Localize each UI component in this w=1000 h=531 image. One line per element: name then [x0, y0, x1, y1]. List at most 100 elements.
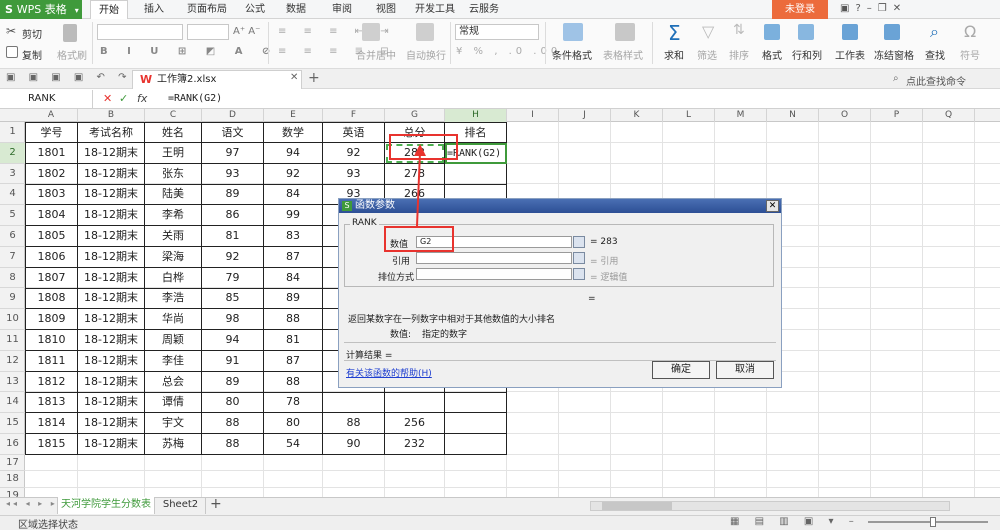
function-help-link[interactable]: 有关该函数的帮助(H)	[346, 366, 432, 379]
tab-page-layout[interactable]: 页面布局	[178, 0, 236, 19]
table-cell[interactable]: 18-12期末	[78, 246, 145, 268]
table-cell[interactable]: 94	[202, 330, 264, 351]
cancel-icon[interactable]: ✕	[103, 92, 112, 105]
row-header[interactable]: 13	[0, 372, 25, 393]
copy-button[interactable]: 复制	[22, 47, 42, 62]
app-menu-button[interactable]: S WPS 表格 ▾	[0, 0, 82, 19]
table-cell[interactable]: 1812	[25, 371, 78, 393]
table-cell[interactable]: 18-12期末	[78, 309, 145, 331]
column-title-cell[interactable]: 英语	[323, 122, 385, 143]
cancel-button[interactable]: 取消	[716, 361, 774, 379]
scroll-thumb[interactable]	[602, 502, 672, 510]
table-cell[interactable]: 18-12期末	[78, 350, 145, 372]
column-title-cell[interactable]: 语文	[202, 122, 264, 143]
zoom-slider-thumb[interactable]	[930, 517, 936, 527]
column-header-q[interactable]: Q	[923, 109, 975, 122]
table-cell[interactable]: 256	[385, 413, 445, 435]
row-header[interactable]: 3	[0, 164, 25, 185]
row-header[interactable]: 10	[0, 309, 25, 330]
row-header[interactable]: 11	[0, 330, 25, 351]
table-cell[interactable]: 94	[264, 142, 323, 164]
table-cell[interactable]: 18-12期末	[78, 288, 145, 310]
table-cell[interactable]: 88	[323, 413, 385, 435]
table-cell[interactable]: 张东	[145, 163, 202, 185]
table-cell[interactable]: 88	[264, 309, 323, 331]
table-cell[interactable]: 1814	[25, 413, 78, 435]
column-header-l[interactable]: L	[663, 109, 715, 122]
font-grow-icon[interactable]: A⁺ A⁻	[233, 26, 260, 37]
table-cell[interactable]: 总会	[145, 371, 202, 393]
wrap-text-button[interactable]: 自动换行	[406, 47, 446, 62]
font-size-select[interactable]	[187, 24, 229, 40]
column-header-f[interactable]: F	[323, 109, 385, 122]
table-cell[interactable]: 88	[202, 434, 264, 455]
table-cell[interactable]: 谭倩	[145, 392, 202, 414]
table-cell[interactable]: 18-12期末	[78, 163, 145, 185]
table-cell[interactable]: 91	[202, 350, 264, 372]
table-cell[interactable]: 232	[385, 434, 445, 455]
table-cell[interactable]: 93	[202, 163, 264, 185]
table-cell[interactable]: 88	[264, 371, 323, 393]
close-tab-icon[interactable]: ✕	[290, 72, 298, 83]
format-button[interactable]: 格式	[762, 47, 782, 62]
conditional-format-button[interactable]: 条件格式	[552, 47, 592, 62]
dialog-close-button[interactable]: ✕	[766, 200, 779, 212]
sort-button[interactable]: 排序	[729, 47, 749, 62]
table-cell[interactable]: 92	[323, 142, 385, 164]
font-name-select[interactable]	[97, 24, 183, 40]
table-cell[interactable]: 1808	[25, 288, 78, 310]
table-cell[interactable]: 90	[323, 434, 385, 455]
table-cell[interactable]: 18-12期末	[78, 226, 145, 247]
row-header[interactable]: 17	[0, 455, 25, 472]
column-header-d[interactable]: D	[202, 109, 264, 122]
row-header[interactable]: 15	[0, 413, 25, 434]
quick-access-icons[interactable]: ▣ ▣ ▣ ▣ ↶ ↷ ▾	[6, 72, 150, 83]
column-header-b[interactable]: B	[78, 109, 145, 122]
table-cell[interactable]: 18-12期末	[78, 267, 145, 289]
table-cell[interactable]: 18-12期末	[78, 392, 145, 414]
table-cell[interactable]: 李浩	[145, 288, 202, 310]
table-cell[interactable]: 18-12期末	[78, 371, 145, 393]
table-cell[interactable]: 78	[264, 392, 323, 414]
row-header[interactable]: 5	[0, 205, 25, 226]
new-tab-icon[interactable]: +	[308, 70, 320, 86]
table-cell[interactable]: 周颖	[145, 330, 202, 351]
document-tab[interactable]: 工作簿2.xlsx	[132, 70, 302, 89]
add-sheet-icon[interactable]: +	[210, 496, 222, 512]
tab-cloud[interactable]: 云服务	[464, 0, 504, 19]
table-cell[interactable]: 1803	[25, 184, 78, 206]
column-header-j[interactable]: J	[559, 109, 611, 122]
table-cell[interactable]	[445, 434, 507, 455]
column-header-m[interactable]: M	[715, 109, 767, 122]
symbol-button[interactable]: 符号	[960, 47, 980, 62]
column-header-o[interactable]: O	[819, 109, 871, 122]
column-header-c[interactable]: C	[145, 109, 202, 122]
table-cell[interactable]: 陆美	[145, 184, 202, 206]
table-cell[interactable]: 80	[264, 413, 323, 435]
table-cell[interactable]: 1806	[25, 246, 78, 268]
table-cell[interactable]: 83	[264, 226, 323, 247]
tab-home[interactable]: 开始	[90, 0, 128, 19]
column-header-n[interactable]: N	[767, 109, 819, 122]
table-cell[interactable]: 89	[264, 288, 323, 310]
table-cell[interactable]: 苏梅	[145, 434, 202, 455]
sheet-tab-active[interactable]: 天河学院学生分数表	[57, 497, 155, 514]
column-header-a[interactable]: A	[25, 109, 78, 122]
row-header[interactable]: 16	[0, 434, 25, 455]
table-cell[interactable]: 白桦	[145, 267, 202, 289]
table-cell[interactable]: 85	[202, 288, 264, 310]
table-cell[interactable]: 18-12期末	[78, 205, 145, 227]
column-header-h[interactable]: H	[445, 109, 507, 122]
table-cell[interactable]: 81	[264, 330, 323, 351]
freeze-button[interactable]: 冻结窗格	[874, 47, 914, 62]
table-cell[interactable]: 1805	[25, 226, 78, 247]
row-header[interactable]: 14	[0, 392, 25, 414]
help-icon[interactable]: ?	[855, 3, 866, 14]
tab-insert[interactable]: 插入	[136, 0, 172, 19]
table-cell[interactable]: 99	[264, 205, 323, 227]
format-painter-button[interactable]: 格式刷	[57, 47, 87, 62]
table-cell[interactable]: 80	[202, 392, 264, 414]
view-mode-icons[interactable]: ▦ ▤ ▥ ▣ ▾ –	[730, 516, 860, 527]
table-cell[interactable]	[445, 413, 507, 435]
tab-developer[interactable]: 开发工具	[410, 0, 460, 19]
